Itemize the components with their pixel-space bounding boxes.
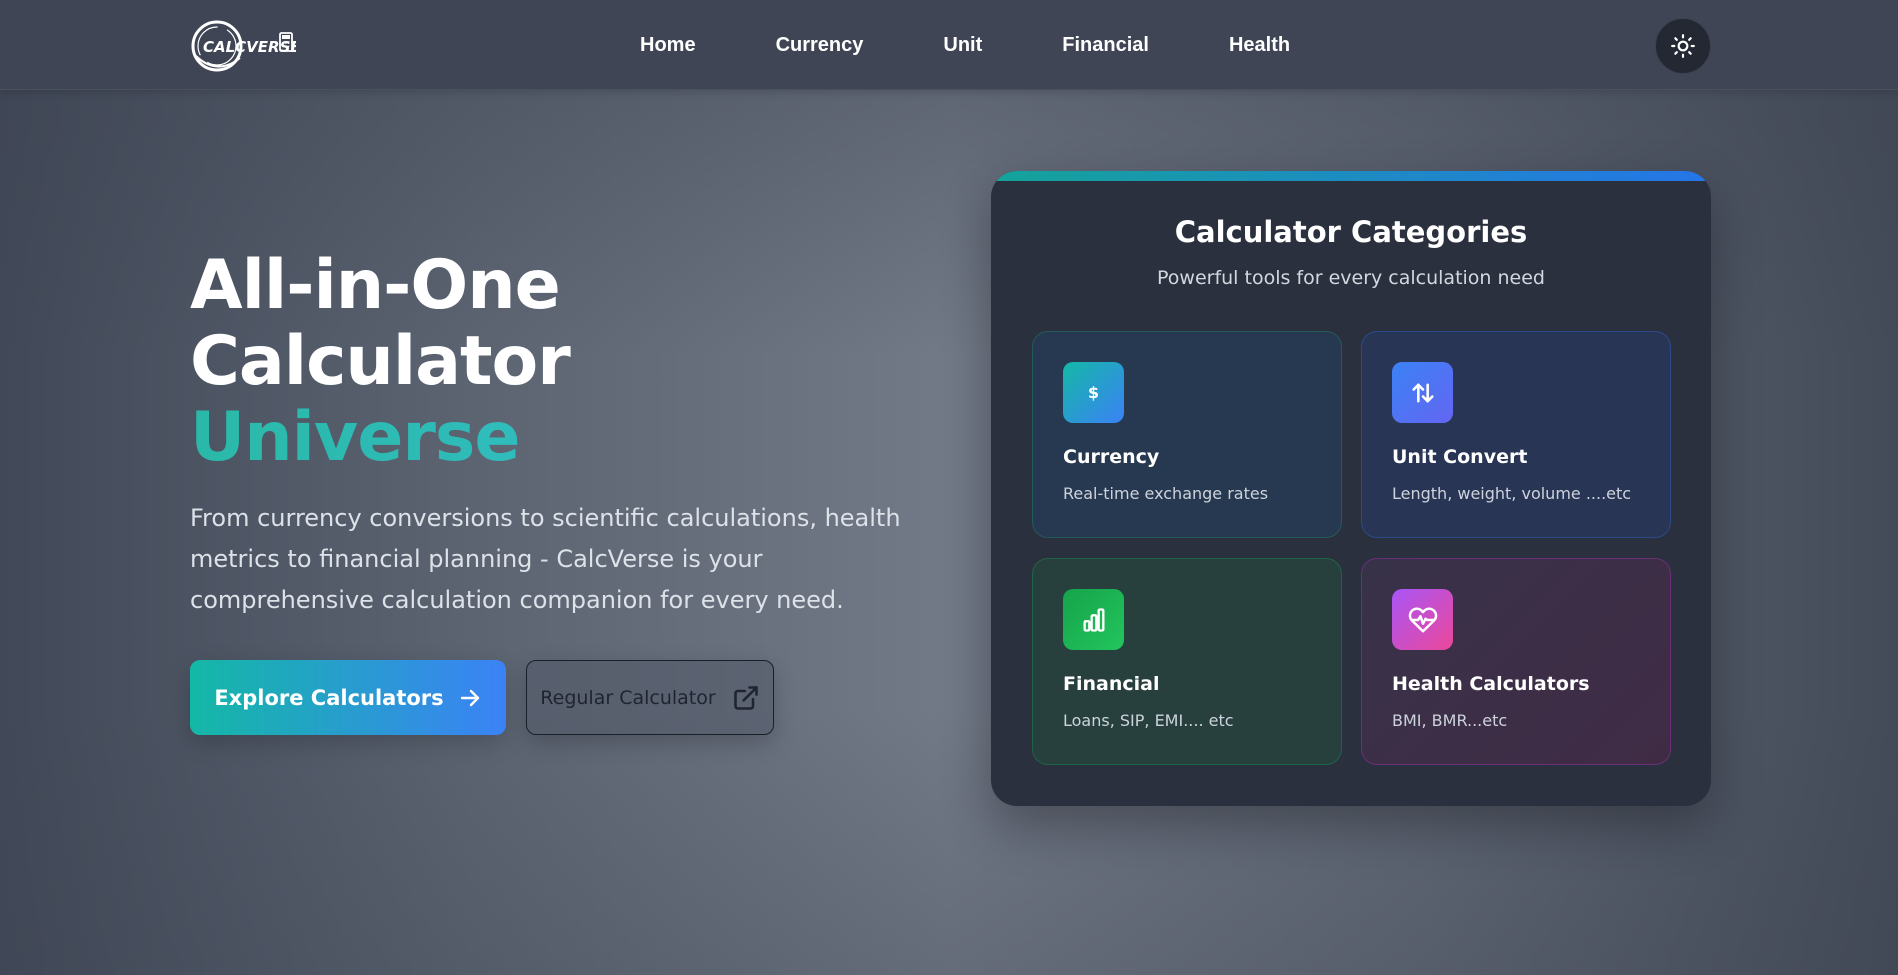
nav-link-unit[interactable]: Unit [943,34,982,57]
category-tile-health[interactable]: Health Calculators BMI, BMR...etc [1361,558,1671,765]
hero-description: From currency conversions to scientific … [190,504,901,614]
calcverse-logo[interactable]: CALCVERSE [190,18,301,74]
category-description: Loans, SIP, EMI.... etc [1063,711,1234,730]
categories-subtitle: Powerful tools for every calculation nee… [1157,267,1545,289]
card-accent-bar [991,171,1711,181]
heart-pulse-icon [1392,589,1453,650]
nav-link-health[interactable]: Health [1229,34,1290,57]
category-name: Unit Convert [1392,446,1528,468]
hero-title-line-2: Calculator [190,322,571,401]
category-description: Length, weight, volume ....etc [1392,484,1632,503]
hero-title-line-1: All-in-One [190,246,561,325]
main-nav: Home Currency Unit Financial Health [640,0,1370,90]
hero-title: All-in-One Calculator Universe [190,248,890,476]
category-tile-financial[interactable]: Financial Loans, SIP, EMI.... etc [1032,558,1342,765]
category-name: Health Calculators [1392,673,1590,695]
arrow-right-icon [460,689,479,706]
category-tile-unit-convert[interactable]: Unit Convert Length, weight, volume ....… [1361,331,1671,538]
dollar-icon: $ [1063,362,1124,423]
category-name: Currency [1063,446,1160,468]
logo-wordmark: CALCVERSE [203,38,296,56]
arrows-up-down-icon [1392,362,1453,423]
categories-title: Calculator Categories [1174,215,1528,249]
hero-title-accent: Universe [190,400,890,476]
sun-icon [1671,34,1695,58]
explore-calculators-button[interactable]: Explore Calculators [190,660,506,735]
category-description: Real-time exchange rates [1063,484,1269,503]
navbar: CALCVERSE Home Currency Unit Financial H… [0,0,1898,90]
category-tile-currency[interactable]: $ Currency Real-time exchange rates [1032,331,1342,538]
bar-chart-icon [1063,589,1124,650]
nav-link-home[interactable]: Home [640,34,696,57]
explore-calculators-label: Explore Calculators [214,685,444,710]
theme-toggle-button[interactable] [1655,18,1711,74]
external-link-icon [733,685,758,710]
category-description: BMI, BMR...etc [1392,711,1508,730]
category-name: Financial [1063,673,1160,695]
regular-calculator-button[interactable]: Regular Calculator [526,660,774,735]
calculator-categories-card: Calculator Categories Powerful tools for… [991,171,1711,806]
nav-link-financial[interactable]: Financial [1062,34,1149,57]
regular-calculator-label: Regular Calculator [540,686,716,709]
nav-link-currency[interactable]: Currency [776,34,864,57]
